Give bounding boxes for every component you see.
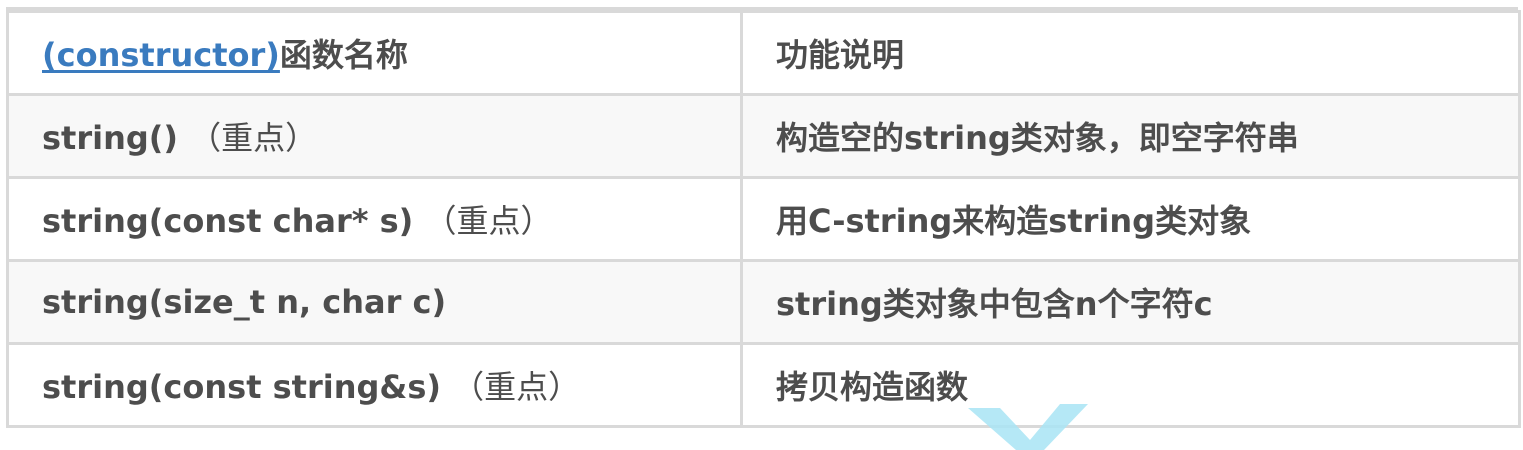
key-point-note: （重点） (424, 202, 553, 240)
signature-cell: string(const char* s) （重点） (6, 176, 743, 262)
description-text: 用C-string来构造string类对象 (776, 202, 1252, 240)
table-row: string() （重点） 构造空的string类对象，即空字符串 (6, 93, 1521, 179)
description-cell: 用C-string来构造string类对象 (740, 176, 1521, 262)
header-description: 功能说明 (740, 10, 1521, 96)
signature-text: string(const string&s) (42, 368, 441, 406)
description-text: 拷贝构造函数 (776, 368, 969, 406)
description-cell: string类对象中包含n个字符c (740, 259, 1521, 345)
header-function-name: (constructor)函数名称 (6, 10, 743, 96)
header-function-name-label: 函数名称 (279, 36, 408, 74)
constructor-table: (constructor)函数名称 功能说明 string() （重点） 构造空… (6, 10, 1521, 428)
key-point-note: （重点） (452, 368, 581, 406)
signature-cell: string() （重点） (6, 93, 743, 179)
description-text: string类对象中包含n个字符c (776, 285, 1213, 323)
table-row: string(const char* s) （重点） 用C-string来构造s… (6, 176, 1521, 262)
signature-text: string() (42, 119, 179, 157)
description-cell: 构造空的string类对象，即空字符串 (740, 93, 1521, 179)
signature-cell: string(size_t n, char c) (6, 259, 743, 345)
signature-text: string(const char* s) (42, 202, 414, 240)
description-text: 构造空的string类对象，即空字符串 (776, 119, 1299, 157)
signature-text: string(size_t n, char c) (42, 283, 447, 321)
page: { "table": { "header": { "col1_link": "(… (0, 0, 1523, 450)
table-header-row: (constructor)函数名称 功能说明 (6, 10, 1521, 96)
key-point-note: （重点） (189, 119, 318, 157)
constructor-table-container: (constructor)函数名称 功能说明 string() （重点） 构造空… (6, 7, 1521, 428)
description-cell: 拷贝构造函数 (740, 342, 1521, 428)
table-row: string(size_t n, char c) string类对象中包含n个字… (6, 259, 1521, 345)
table-row: string(const string&s) （重点） 拷贝构造函数 (6, 342, 1521, 428)
header-description-label: 功能说明 (776, 36, 905, 74)
constructor-link[interactable]: (constructor) (42, 36, 280, 74)
signature-cell: string(const string&s) （重点） (6, 342, 743, 428)
